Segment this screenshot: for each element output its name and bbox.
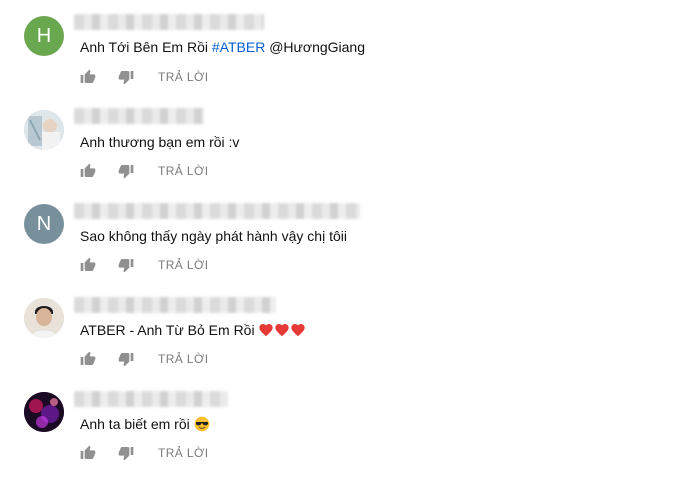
comment-text: ATBER - Anh Từ Bỏ Em Rồi (80, 320, 306, 343)
reply-button[interactable]: TRẢ LỜI (158, 164, 208, 178)
avatar-letter: N (36, 213, 52, 235)
heart-icon (258, 322, 274, 343)
comment-item: H Anh Tới Bên Em Rồi #ATBER @HươngGiang … (0, 0, 695, 92)
avatar[interactable] (24, 298, 64, 338)
avatar[interactable]: H (24, 16, 64, 56)
comment-text: Anh ta biết em rồi (80, 414, 210, 437)
author-name-blurred[interactable] (74, 297, 276, 313)
comment-actions: TRẢ LỜI (80, 255, 208, 275)
thumb-up-icon[interactable] (80, 257, 96, 273)
thumb-up-icon[interactable] (80, 69, 96, 85)
comment-item: Anh thương bạn em rồi :v TRẢ LỜI (0, 94, 695, 186)
thumb-down-icon[interactable] (118, 445, 134, 461)
author-name-blurred[interactable] (74, 391, 228, 407)
comment-text-plain: Anh ta biết em rồi (80, 416, 190, 432)
comment-text-plain: ATBER - Anh Từ Bỏ Em Rồi (80, 322, 255, 338)
avatar[interactable]: N (24, 204, 64, 244)
thumb-up-icon[interactable] (80, 445, 96, 461)
thumb-up-icon[interactable] (80, 163, 96, 179)
comment-actions: TRẢ LỜI (80, 67, 208, 87)
thumb-down-icon[interactable] (118, 351, 134, 367)
heart-icon (290, 322, 306, 343)
thumb-down-icon[interactable] (118, 257, 134, 273)
author-name-blurred[interactable] (74, 108, 204, 124)
avatar-photo (24, 392, 64, 432)
comment-item: N Sao không thấy ngày phát hành vậy chị … (0, 188, 695, 280)
avatar[interactable] (24, 392, 64, 432)
reply-button[interactable]: TRẢ LỜI (158, 446, 208, 460)
comment-actions: TRẢ LỜI (80, 443, 208, 463)
hashtag-link[interactable]: #ATBER (212, 39, 265, 55)
reply-button[interactable]: TRẢ LỜI (158, 258, 208, 272)
avatar-photo (24, 110, 64, 150)
reply-button[interactable]: TRẢ LỜI (158, 352, 208, 366)
author-name-blurred[interactable] (74, 14, 264, 30)
comment-actions: TRẢ LỜI (80, 349, 208, 369)
comment-actions: TRẢ LỜI (80, 161, 208, 181)
author-name-blurred[interactable] (74, 203, 360, 219)
thumb-down-icon[interactable] (118, 163, 134, 179)
comment-text: Anh Tới Bên Em Rồi #ATBER @HươngGiang (80, 37, 365, 57)
comment-text-plain: Anh Tới Bên Em Rồi (80, 39, 212, 55)
comment-text: Anh thương bạn em rồi :v (80, 134, 240, 150)
comment-text: Sao không thấy ngày phát hành vậy chị tô… (80, 228, 347, 244)
comment-item: Anh ta biết em rồi TRẢ LỜI (0, 376, 695, 468)
reply-button[interactable]: TRẢ LỜI (158, 70, 208, 84)
mention: @HươngGiang (265, 39, 366, 55)
sunglasses-icon (194, 416, 210, 437)
comment-item: ATBER - Anh Từ Bỏ Em Rồi TRẢ LỜI (0, 282, 695, 374)
avatar[interactable] (24, 110, 64, 150)
thumb-down-icon[interactable] (118, 69, 134, 85)
avatar-letter: H (36, 25, 52, 47)
heart-icon (274, 322, 290, 343)
avatar-photo (24, 298, 64, 338)
thumb-up-icon[interactable] (80, 351, 96, 367)
